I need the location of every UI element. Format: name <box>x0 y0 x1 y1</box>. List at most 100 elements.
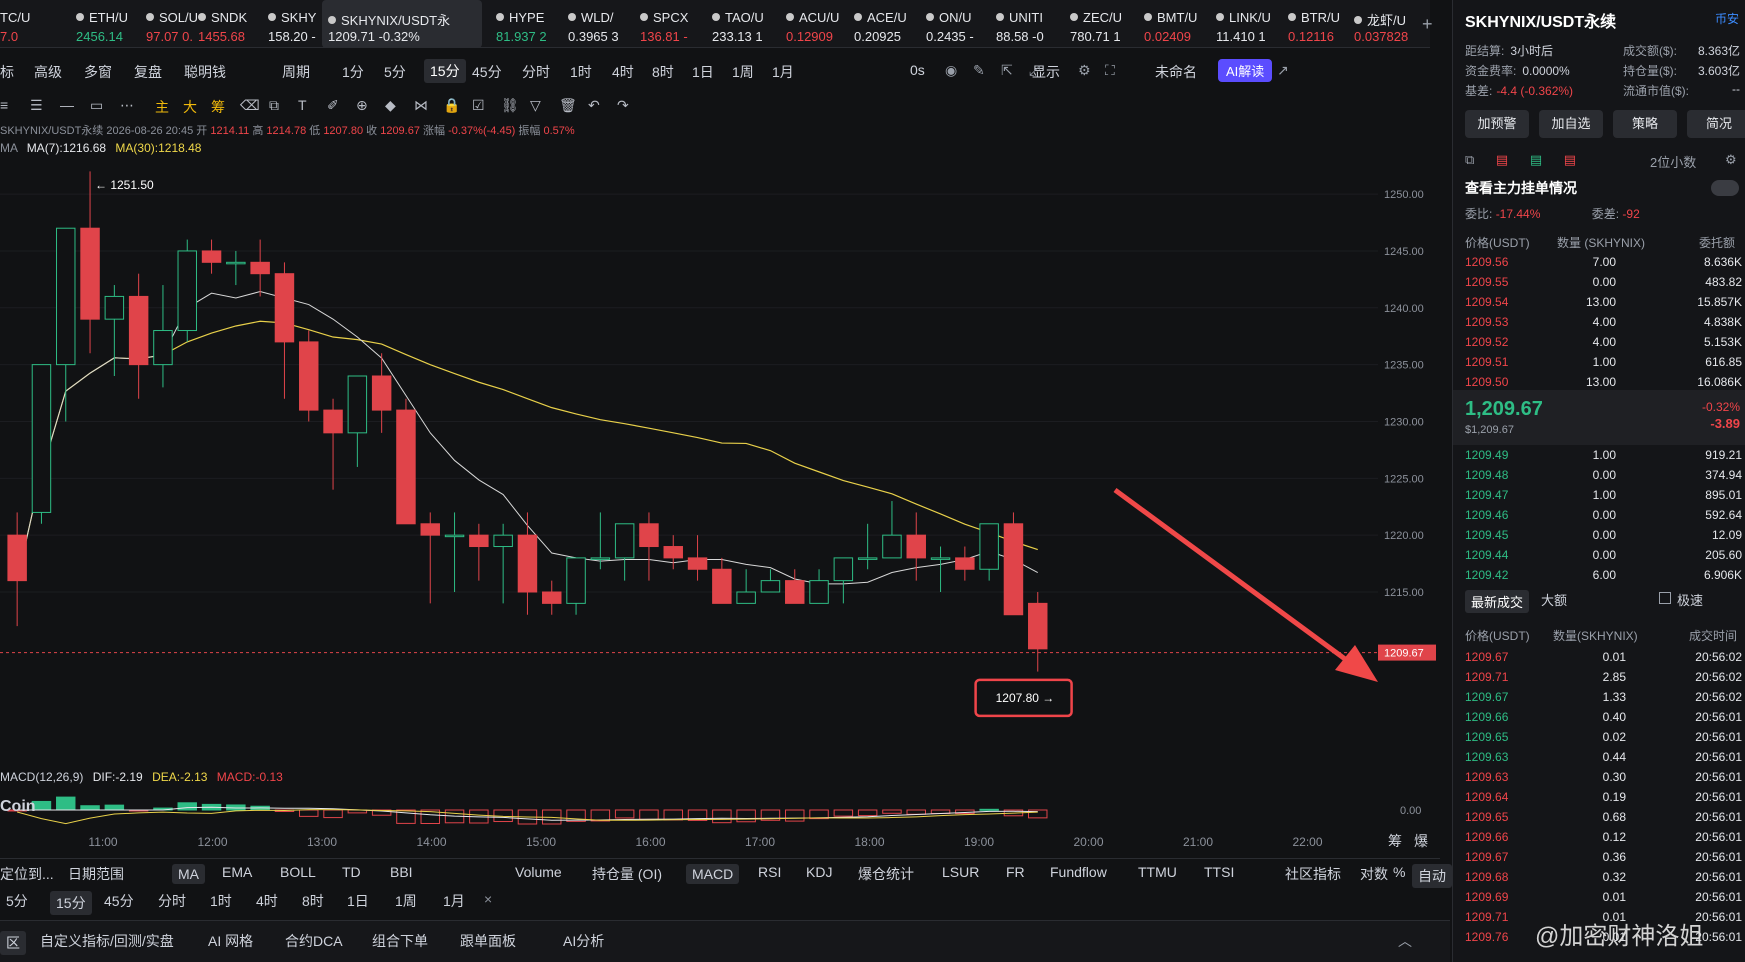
link-icon[interactable]: ⛓ <box>501 97 519 114</box>
interval-tab[interactable]: 1周 <box>395 891 417 911</box>
menu-icon[interactable]: ≡ <box>0 97 8 113</box>
dots-icon[interactable]: ⋯ <box>120 97 134 114</box>
indicator-tab[interactable]: Volume <box>515 864 562 880</box>
chevron-up-icon[interactable]: ︿ <box>1398 931 1412 951</box>
orderbook-row[interactable]: 1209.50 13.00 16.086K <box>1453 372 1745 392</box>
interval-tab[interactable]: 8时 <box>302 891 324 911</box>
indicator-tab[interactable]: 持仓量 (OI) <box>592 864 662 884</box>
toolbar-item[interactable]: 周期 <box>282 62 310 82</box>
orderbook-row[interactable]: 1209.51 1.00 616.85 <box>1453 352 1745 372</box>
indicator-tab[interactable]: KDJ <box>806 864 832 880</box>
interval-tab[interactable]: 5分 <box>6 891 28 911</box>
toolbar-item[interactable]: 标 <box>0 62 14 82</box>
book-asks-icon[interactable]: ▤ <box>1564 152 1576 167</box>
toolbar-item[interactable]: 聪明钱 <box>184 62 226 82</box>
toolbar-item[interactable]: AI解读 <box>1218 59 1273 82</box>
zoom-icon[interactable]: ⊕ <box>356 97 368 114</box>
indicator-tab[interactable]: BBI <box>390 864 413 880</box>
pencil-icon[interactable]: ✎ <box>973 62 985 79</box>
ticker-item[interactable]: SPCX 136.81 - <box>626 0 698 47</box>
action-button[interactable]: 策略 <box>1613 110 1677 138</box>
interval-tab[interactable]: 4时 <box>256 891 278 911</box>
brush-icon[interactable]: ◆ <box>385 97 396 114</box>
toolbar2-item[interactable]: 主 <box>155 97 169 117</box>
exchange-label[interactable]: 币安 <box>1715 10 1739 27</box>
toolbar2-item[interactable]: 筹 <box>211 97 225 117</box>
orderbook-row[interactable]: 1209.53 4.00 4.838K <box>1453 312 1745 332</box>
price-axis[interactable]: 1250.00 1245.00 1240.00 1235.00 1230.00 1225.… <box>1378 160 1452 856</box>
indicator-tab[interactable]: MACD <box>686 864 740 884</box>
view-toggle-icons[interactable]: ⧉ ▤ ▤ ▤ 2位小数 ⚙ <box>1465 152 1737 172</box>
clone-icon[interactable]: ⧉ <box>269 97 279 114</box>
toolbar-item[interactable]: 复盘 <box>134 62 162 82</box>
toolbar-item[interactable]: 15分 <box>424 59 466 83</box>
bottom-tab[interactable]: 区 <box>0 931 26 955</box>
orderbook-row[interactable]: 1209.47 1.00 895.01 <box>1453 485 1745 505</box>
depth-link[interactable]: 查看主力挂单情况 <box>1465 178 1577 198</box>
toolbar-item[interactable]: 多窗 <box>84 62 112 82</box>
toolbar-item[interactable]: 8时 <box>652 62 674 82</box>
trade-tab[interactable]: 大额 <box>1541 590 1567 609</box>
line-icon[interactable]: — <box>60 97 74 113</box>
indicator-tab[interactable]: MA <box>172 864 205 884</box>
interval-tab[interactable]: 1时 <box>210 891 232 911</box>
toolbar-item[interactable]: 未命名 <box>1155 62 1197 82</box>
ticker-item[interactable]: ZEC/U 780.71 1 <box>1056 0 1130 47</box>
trash-icon[interactable]: 🗑 <box>559 97 577 114</box>
indicator-tab[interactable]: RSI <box>758 864 781 880</box>
bottom-tab[interactable]: AI分析 <box>563 931 604 951</box>
toolbar-item[interactable]: 高级 <box>34 62 62 82</box>
interval-tab[interactable]: 1日 <box>347 891 369 911</box>
rect-icon[interactable]: ▭ <box>90 97 103 114</box>
toolbar-item[interactable]: 1分 <box>342 62 364 82</box>
orderbook-row[interactable]: 1209.48 0.00 374.94 <box>1453 465 1745 485</box>
precision-select[interactable]: 2位小数 <box>1650 152 1696 171</box>
action-button[interactable]: 加自选 <box>1539 110 1603 138</box>
ticker-item[interactable]: 龙虾/U 0.037828 <box>1340 0 1414 47</box>
settings-icon[interactable]: ⚙ <box>1725 152 1737 168</box>
ticker-item[interactable]: LINK/U 11.410 1 <box>1202 0 1276 47</box>
note-icon[interactable]: ☑ <box>472 97 485 114</box>
indicator-tab[interactable]: TD <box>342 864 361 880</box>
magnet-icon[interactable]: ⋈ <box>414 97 428 114</box>
candlestick-chart[interactable]: ← 1251.50 1207.80 → 11:00 12:00 13:00 14:00 15… <box>0 160 1378 856</box>
indicator-tab[interactable]: 对数 <box>1360 864 1388 884</box>
ticker-item[interactable]: SKHY 158.20 - <box>254 0 328 47</box>
bottom-tab[interactable]: AI 网格 <box>208 931 253 951</box>
erase-icon[interactable]: ⌫ <box>240 97 260 114</box>
book-bids-icon[interactable]: ▤ <box>1530 152 1542 167</box>
indicator-tab[interactable]: Fundflow <box>1050 864 1107 880</box>
ticker-item[interactable]: BTR/U 0.12116 <box>1274 0 1344 47</box>
action-button[interactable]: 简况 <box>1687 110 1745 138</box>
bottom-tab[interactable]: 自定义指标/回测/实盘 <box>40 931 174 951</box>
fullscreen-icon[interactable]: ⛶ <box>1105 62 1115 79</box>
toolbar-item[interactable]: 分时 <box>522 62 550 82</box>
indicator-tab[interactable]: 爆仓统计 <box>858 864 914 884</box>
share-icon[interactable]: ⇱ <box>1001 62 1013 79</box>
add-tab-icon[interactable]: + <box>1422 14 1433 35</box>
orderbook-row[interactable]: 1209.52 4.00 5.153K <box>1453 332 1745 352</box>
bottom-tab[interactable]: 合约DCA <box>285 931 343 951</box>
indicator-tab[interactable]: EMA <box>222 864 252 880</box>
ticker-item[interactable]: TAO/U 233.13 1 <box>698 0 772 47</box>
close-icon[interactable]: × <box>484 891 492 907</box>
bottom-tab[interactable]: 跟单面板 <box>460 931 516 951</box>
ticker-item[interactable]: UNITI 88.58 -0 <box>982 0 1056 47</box>
expand-icon[interactable]: ⤢ <box>1029 62 1040 79</box>
orderbook-row[interactable]: 1209.55 0.00 483.82 <box>1453 272 1745 292</box>
toolbar-item[interactable]: 1月 <box>772 62 794 82</box>
indicator-tab[interactable]: TTMU <box>1138 864 1177 880</box>
orderbook-row[interactable]: 1209.49 1.00 919.21 <box>1453 445 1745 465</box>
ticker-item[interactable]: BMT/U 0.02409 <box>1130 0 1202 47</box>
toolbar-item[interactable]: 4时 <box>612 62 634 82</box>
redo-icon[interactable]: ↷ <box>617 97 629 114</box>
toolbar-item[interactable]: 5分 <box>384 62 406 82</box>
ticker-item[interactable]: HYPE 81.937 2 <box>482 0 552 47</box>
indicator-tab[interactable]: 社区指标 <box>1285 864 1341 884</box>
orderbook-row[interactable]: 1209.54 13.00 15.857K <box>1453 292 1745 312</box>
interval-tab[interactable]: 1月 <box>443 891 465 911</box>
indicator-tab[interactable]: % <box>1393 864 1405 880</box>
camera-icon[interactable]: ◉ <box>945 62 957 79</box>
list-icon[interactable]: ☰ <box>30 97 43 114</box>
interval-tab[interactable]: 分时 <box>158 891 186 911</box>
